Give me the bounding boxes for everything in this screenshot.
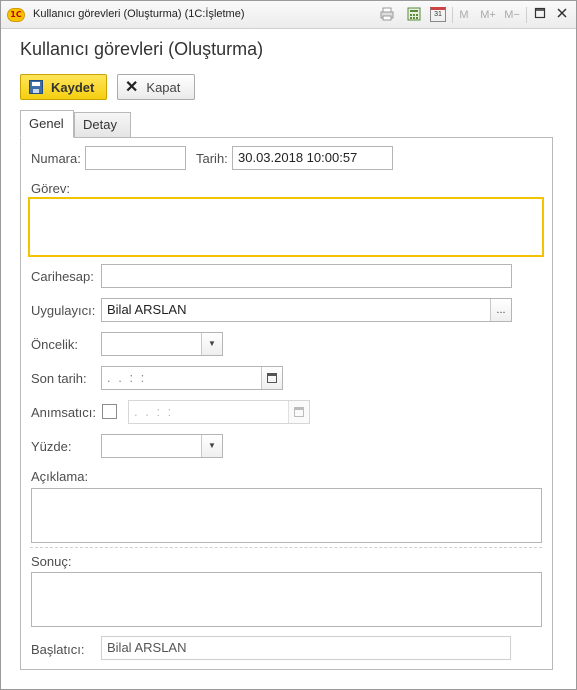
chevron-down-icon: ▼ [208,441,216,450]
animsatici-label: Anımsatıcı: [31,405,97,420]
calendar-icon [267,373,277,383]
uygulayici-field[interactable]: Bilal ARSLAN ... [101,298,512,322]
tarih-field[interactable]: 30.03.2018 10:00:57 [232,146,393,170]
son-tarih-mask: . . : : [107,370,147,385]
gorev-label: Görev: [31,181,71,196]
aciklama-textarea[interactable] [31,488,542,543]
print-icon[interactable] [379,7,395,23]
gorev-textarea[interactable] [28,197,544,257]
yuzde-label: Yüzde: [31,439,72,454]
aciklama-label: Açıklama: [31,469,89,484]
uygulayici-value: Bilal ARSLAN [107,302,187,317]
uygulayici-label: Uygulayıcı: [31,303,96,318]
select-button[interactable]: ... [490,299,511,321]
son-tarih-label: Son tarih: [31,371,87,386]
baslatici-label: Başlatıcı: [31,642,85,657]
calendar-icon[interactable]: 31 [430,7,446,22]
save-button[interactable]: Kaydet [20,74,107,100]
chevron-down-icon: ▼ [208,339,216,348]
yuzde-dropdown-button[interactable]: ▼ [201,435,222,457]
cross-icon: ✕ [125,79,139,96]
close-form-button-label: Kapat [146,79,181,95]
form-window: 1C Kullanıcı görevleri (Oluşturma) (1C:İ… [0,0,577,690]
animsatici-checkbox[interactable] [102,404,117,419]
app-logo-icon: 1C [7,8,25,22]
tarih-label: Tarih: [196,151,228,166]
oncelik-label: Öncelik: [31,337,78,352]
close-icon[interactable] [555,7,569,23]
close-form-button[interactable]: ✕ Kapat [117,74,195,100]
tab-genel[interactable]: Genel [20,110,74,138]
restore-icon[interactable] [533,7,547,23]
numara-field[interactable] [85,146,186,170]
memory-m-icon[interactable]: M [457,7,471,23]
oncelik-dropdown-button[interactable]: ▼ [201,333,222,355]
animsatici-mask: . . : : [134,404,174,419]
animsatici-field[interactable]: . . : : [128,400,310,424]
yuzde-dropdown[interactable]: ▼ [101,434,223,458]
sonuc-textarea[interactable] [31,572,542,627]
animsatici-calendar-button[interactable] [288,401,309,423]
numara-label: Numara: [31,151,81,166]
ellipsis-icon: ... [496,304,506,316]
memory-plus-icon[interactable]: M+ [478,7,498,23]
save-button-label: Kaydet [51,79,95,95]
son-tarih-calendar-button[interactable] [261,367,282,389]
carihesap-label: Carihesap: [31,269,94,284]
carihesap-field[interactable] [101,264,512,288]
floppy-disk-icon [29,80,43,94]
tab-detay[interactable]: Detay [74,112,131,138]
son-tarih-field[interactable]: . . : : [101,366,283,390]
memory-minus-icon[interactable]: M− [502,7,522,23]
toolbar-separator [526,7,527,23]
baslatici-field[interactable]: Bilal ARSLAN [101,636,511,660]
toolbar-separator [452,7,453,23]
page-title: Kullanıcı görevleri (Oluşturma) [20,39,264,59]
window-title: Kullanıcı görevleri (Oluşturma) (1C:İşle… [33,8,245,20]
divider [30,547,542,548]
calculator-icon[interactable] [406,7,422,23]
title-bar: 1C Kullanıcı görevleri (Oluşturma) (1C:İ… [1,1,576,29]
calendar-icon [294,407,304,417]
sonuc-label: Sonuç: [31,554,72,569]
oncelik-dropdown[interactable]: ▼ [101,332,223,356]
